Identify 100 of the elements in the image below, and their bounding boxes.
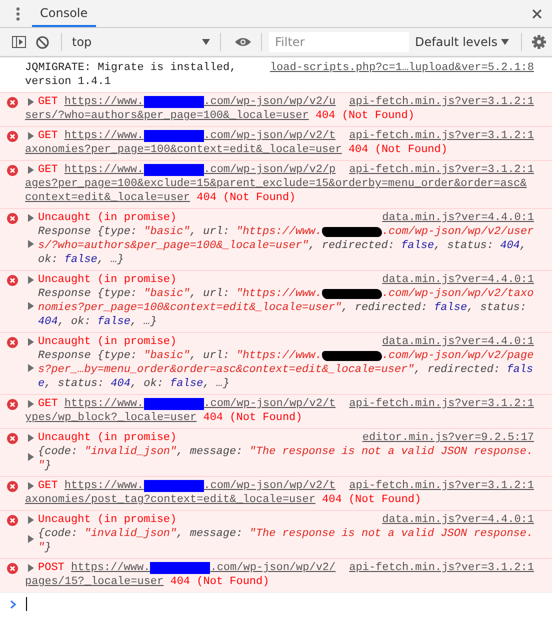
literal-value: 404: [38, 315, 58, 329]
string-value: "https://www.: [236, 349, 322, 363]
property-text: , status:: [44, 377, 106, 391]
string-value: "basic": [144, 225, 190, 239]
source-link[interactable]: data.min.js?ver=4.4.0:1: [382, 513, 534, 527]
source-link[interactable]: data.min.js?ver=4.4.0:1: [382, 273, 534, 287]
url-link[interactable]: https://www.: [64, 95, 144, 109]
url-link[interactable]: https://www.: [64, 163, 144, 177]
expand-triangle-icon[interactable]: [28, 453, 34, 461]
source-link[interactable]: api-fetch.min.js?ver=3.1.2:1: [349, 95, 534, 109]
string-value: nomies?per_page=100&context=edit&_locale=user": [38, 301, 342, 315]
http-method: GET: [38, 397, 58, 411]
url-link[interactable]: https://www.: [64, 397, 144, 411]
url-link[interactable]: .com/wp-json/wp/v2/p: [204, 163, 336, 177]
source-link[interactable]: data.min.js?ver=4.4.0:1: [382, 335, 534, 349]
string-value: s/?who=authors&per_page=100&_locale=user": [38, 239, 309, 253]
expand-triangle-icon[interactable]: [28, 434, 34, 442]
error-title: Uncaught (in promise): [38, 211, 177, 225]
url-link[interactable]: .com/wp-json/wp/v2/t: [204, 129, 336, 143]
url-link[interactable]: ages?per_page=100&exclude=15&parent_exclude=15&orderby=menu_order&order=asc&: [25, 177, 527, 191]
expand-triangle-icon[interactable]: [28, 214, 34, 222]
close-icon[interactable]: [532, 8, 542, 18]
url-link[interactable]: .com/wp-json/wp/v2/t: [204, 479, 336, 493]
property-text: Response {type:: [38, 287, 138, 301]
clear-console-icon[interactable]: [36, 36, 49, 48]
url-link[interactable]: https://www.: [64, 479, 144, 493]
url-link[interactable]: axonomies/post_tag?context=edit&_locale=user: [25, 493, 316, 507]
settings-icon[interactable]: [532, 35, 546, 49]
source-link[interactable]: api-fetch.min.js?ver=3.1.2:1: [349, 163, 534, 177]
property-text: {code:: [38, 445, 79, 459]
source-link[interactable]: api-fetch.min.js?ver=3.1.2:1: [349, 479, 534, 493]
property-text: , message:: [176, 527, 244, 541]
url-link[interactable]: axonomies?per_page=100&context=edit&_locale=user: [25, 143, 342, 157]
dropdown-caret-icon: [501, 39, 510, 45]
string-value: "basic": [144, 349, 190, 363]
literal-value: false: [401, 239, 434, 253]
http-method: GET: [38, 479, 58, 493]
prompt-chevron-icon: [10, 600, 16, 608]
expand-triangle-icon[interactable]: [28, 482, 34, 490]
url-link[interactable]: ypes/wp_block?_locale=user: [25, 411, 197, 425]
log-levels-dropdown[interactable]: Default levels: [415, 35, 510, 49]
property-text: , url:: [190, 349, 230, 363]
source-link[interactable]: data.min.js?ver=4.4.0:1: [382, 211, 534, 225]
expand-triangle-icon[interactable]: [28, 564, 34, 572]
literal-value: 404: [110, 377, 130, 391]
context-select[interactable]: top: [66, 35, 216, 49]
expand-triangle-icon[interactable]: [28, 516, 34, 524]
sidebar-toggle-icon[interactable]: [12, 36, 26, 48]
status-text: 404 (Not Found): [196, 191, 296, 205]
error-title: Uncaught (in promise): [38, 273, 177, 287]
source-link[interactable]: api-fetch.min.js?ver=3.1.2:1: [349, 397, 534, 411]
string-value: .com/wp-json/wp/v2/page: [382, 349, 534, 363]
expand-triangle-icon[interactable]: [28, 98, 34, 106]
url-link[interactable]: .com/wp-json/wp/v2/t: [204, 397, 336, 411]
property-text: , message:: [176, 445, 244, 459]
expand-triangle-icon[interactable]: [28, 400, 34, 408]
string-value: ": [38, 459, 45, 473]
eye-icon[interactable]: [235, 37, 251, 47]
url-link[interactable]: pages/15?_locale=user: [25, 575, 164, 589]
url-link[interactable]: .com/wp-json/wp/v2/: [210, 561, 336, 575]
url-link[interactable]: https://www.: [64, 129, 144, 143]
expand-triangle-icon[interactable]: [28, 166, 34, 174]
expand-triangle-icon[interactable]: [28, 240, 34, 248]
property-text: ok:: [38, 253, 59, 267]
status-text: 404 (Not Found): [322, 493, 422, 507]
filter-field[interactable]: Filter: [269, 32, 409, 52]
more-options-icon[interactable]: [16, 6, 20, 20]
property-text: , …}: [130, 315, 157, 329]
property-text: , redirected:: [308, 239, 396, 253]
expand-triangle-icon[interactable]: [28, 302, 34, 310]
http-method: GET: [38, 95, 58, 109]
expand-triangle-icon[interactable]: [28, 535, 34, 543]
url-link[interactable]: context=edit&_locale=user: [25, 191, 190, 205]
http-method: GET: [38, 129, 58, 143]
string-value: .com/wp-json/wp/v2/user: [382, 225, 534, 239]
string-value: "https://www.: [236, 287, 322, 301]
string-value: ": [38, 541, 45, 555]
expand-triangle-icon[interactable]: [28, 132, 34, 140]
literal-value: 404: [500, 239, 520, 253]
source-link[interactable]: load-scripts.php?c=1…lupload&ver=5.2.1:8: [270, 61, 534, 75]
status-text: 404 (Not Found): [348, 143, 448, 157]
property-text: , redirected:: [342, 301, 428, 315]
url-link[interactable]: https://www.: [71, 561, 150, 575]
source-link[interactable]: editor.min.js?ver=9.2.5:17: [362, 431, 534, 445]
url-link[interactable]: .com/wp-json/wp/v2/u: [204, 95, 336, 109]
source-link[interactable]: api-fetch.min.js?ver=3.1.2:1: [349, 561, 534, 575]
expand-triangle-icon[interactable]: [28, 338, 34, 346]
string-value: s?per_…by=menu_order&order=asc&context=edit&_locale=user": [38, 363, 414, 377]
string-value: "The response is not a valid JSON response.: [249, 445, 534, 459]
expand-triangle-icon[interactable]: [28, 364, 34, 372]
expand-triangle-icon[interactable]: [28, 276, 34, 284]
source-link[interactable]: api-fetch.min.js?ver=3.1.2:1: [349, 129, 534, 143]
literal-value: fals: [506, 363, 534, 377]
error-icon: [7, 97, 18, 108]
status-text: 404 (Not Found): [203, 411, 302, 425]
url-link[interactable]: sers/?who=authors&per_page=100&_locale=user: [25, 109, 309, 123]
property-text: }: [44, 541, 52, 555]
error-icon: [7, 399, 18, 410]
property-text: , ok:: [58, 315, 92, 329]
property-text: }: [44, 459, 52, 473]
